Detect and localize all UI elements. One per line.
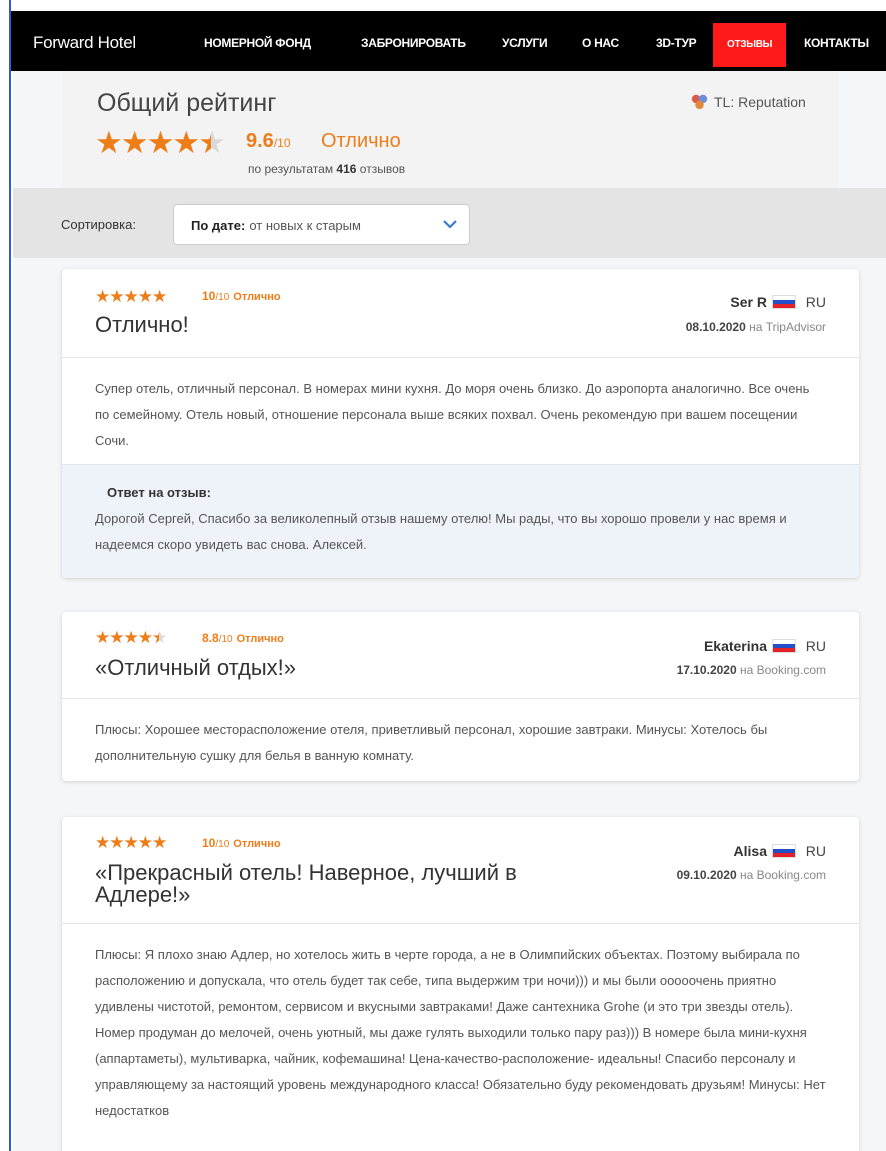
- half-star-icon: ★: [198, 125, 226, 160]
- russia-flag-icon: [772, 639, 796, 653]
- overall-rating-title: Общий рейтинг: [97, 89, 277, 117]
- nav-item-3d-tour[interactable]: 3D-ТУР: [656, 36, 697, 50]
- review-date: 09.10.2020: [676, 868, 737, 882]
- review-text: Плюсы: Я плохо знаю Адлер, но хотелось ж…: [95, 947, 826, 1118]
- russia-flag-icon: [772, 295, 796, 309]
- review-date: 17.10.2020: [676, 663, 737, 677]
- review-card: ★★★★★ 10/10 Отлично «Прекрасный отель! На…: [62, 817, 859, 1151]
- review-source[interactable]: на TripAdvisor: [749, 320, 826, 334]
- review-card: ★★★★★ 8.8/10 Отлично «Отличный отдых!» Ek…: [62, 612, 859, 781]
- nav-item-contacts[interactable]: КОНТАКТЫ: [804, 36, 869, 50]
- review-score: 10/10 Отлично: [202, 289, 281, 303]
- chevron-down-icon: [443, 220, 457, 229]
- sort-label: Сортировка:: [61, 217, 136, 232]
- sort-key: По дате:: [191, 218, 246, 233]
- review-title: Отлично!: [95, 312, 189, 337]
- review-author: Alisa: [733, 843, 767, 859]
- nav-item-services[interactable]: УСЛУГИ: [502, 36, 548, 50]
- russia-flag-icon: [772, 844, 796, 858]
- review-stars: ★★★★★: [95, 628, 167, 647]
- nav-item-book[interactable]: ЗАБРОНИРОВАТЬ: [361, 36, 466, 50]
- nav-item-reviews[interactable]: ОТЗЫВЫ: [713, 23, 787, 67]
- star-icon: ★: [172, 125, 200, 160]
- top-navigation-bar: Forward Hotel НОМЕРНОЙ ФОНД ЗАБРОНИРОВАТ…: [11, 11, 886, 71]
- overall-stars: ★★★★★: [95, 125, 226, 160]
- overall-verdict: Отлично: [321, 130, 401, 152]
- review-author: Ekaterina: [703, 638, 767, 654]
- hotel-logo[interactable]: Forward Hotel: [33, 33, 136, 53]
- tl-reputation-badge[interactable]: TL: Reputation: [691, 93, 806, 110]
- review-score: 8.8/10 Отлично: [202, 631, 284, 645]
- review-date: 08.10.2020: [685, 320, 746, 334]
- overall-score-max: /10: [273, 136, 291, 150]
- review-text: Плюсы: Хорошее месторасположение отеля, …: [95, 722, 768, 763]
- reply-label: Ответ на отзыв:: [107, 485, 211, 500]
- half-star-icon: ★: [151, 628, 167, 647]
- review-source[interactable]: на Booking.com: [740, 663, 826, 677]
- review-language: RU: [805, 294, 826, 310]
- overall-score: 9.6/10: [246, 130, 291, 152]
- sort-dropdown[interactable]: По дате: от новых к старым: [173, 204, 470, 245]
- review-source[interactable]: на Booking.com: [740, 868, 826, 882]
- review-text: Супер отель, отличный персонал. В номера…: [95, 381, 810, 448]
- reply-text: Дорогой Сергей, Спасибо за великолепный …: [95, 511, 787, 552]
- window-top-frame: [0, 0, 886, 11]
- star-icon: ★: [146, 125, 175, 160]
- review-author: Ser R: [730, 294, 767, 310]
- review-meta: 08.10.2020 на TripAdvisor: [686, 320, 826, 334]
- hotel-reply: Ответ на отзыв: Дорогой Сергей, Спасибо …: [62, 464, 859, 578]
- nav-item-rooms[interactable]: НОМЕРНОЙ ФОНД: [204, 36, 311, 50]
- review-count-text: по результатам 416 отзывов: [248, 162, 406, 176]
- sort-bar: Сортировка: По дате: от новых к старым: [13, 188, 886, 258]
- tl-reputation-label: TL: Reputation: [714, 94, 806, 110]
- review-title: «Отличный отдых!»: [95, 655, 296, 680]
- review-meta: 09.10.2020 на Booking.com: [677, 868, 826, 882]
- tl-reputation-icon: [691, 94, 708, 110]
- review-title: «Прекрасный отель! Наверное, лучший в Ад…: [95, 860, 517, 907]
- window-left-frame: [0, 0, 11, 1151]
- review-stars: ★★★★★: [95, 833, 167, 852]
- review-language: RU: [805, 638, 826, 654]
- sort-value: от новых к старым: [249, 218, 361, 233]
- review-card: ★★★★★ 10/10 Отлично Отлично! Ser R RU 08.…: [62, 269, 859, 578]
- star-icon: ★: [95, 125, 123, 160]
- nav-item-about[interactable]: О НАС: [582, 36, 619, 50]
- star-icon: ★: [120, 125, 149, 160]
- review-language: RU: [805, 843, 826, 859]
- reviews-content: Общий рейтинг TL: Reputation ★★★★★ 9.6/1…: [13, 71, 886, 1151]
- review-score: 10/10 Отлично: [202, 836, 281, 850]
- review-stars: ★★★★★: [95, 287, 167, 306]
- review-count: 416: [336, 162, 357, 176]
- review-meta: 17.10.2020 на Booking.com: [677, 663, 826, 677]
